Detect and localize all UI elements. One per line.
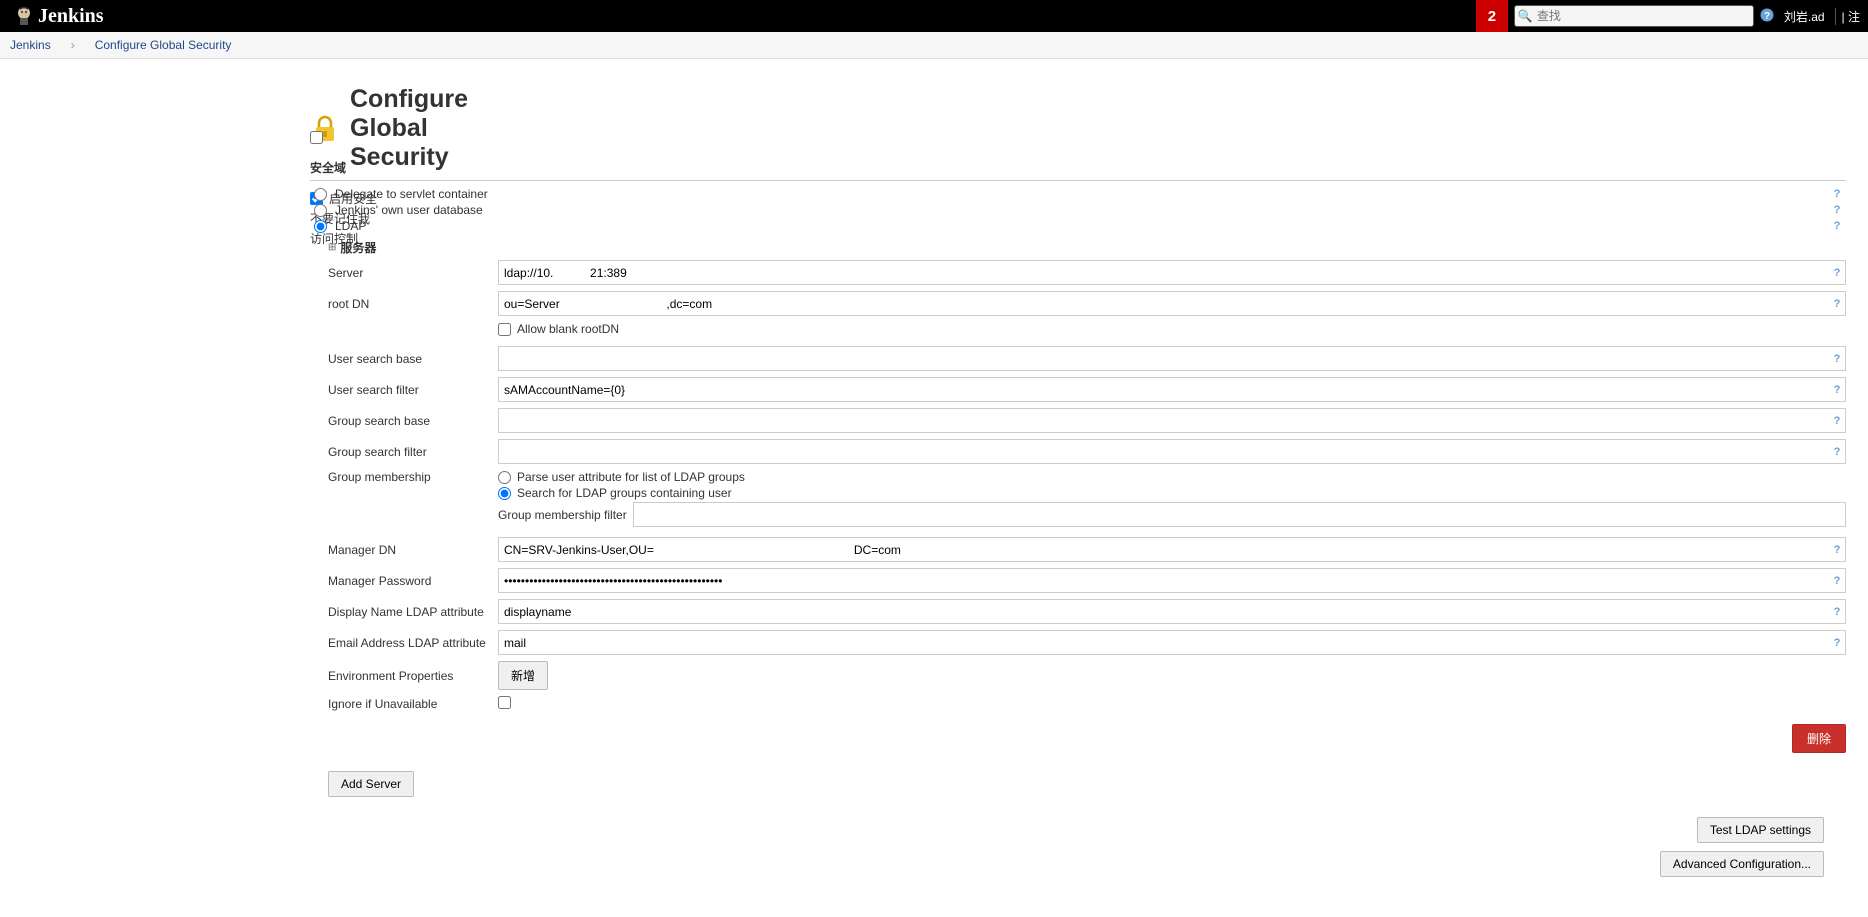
group-search-filter-label: Group search filter (328, 445, 498, 459)
group-membership-label: Group membership (328, 470, 498, 484)
gm-search-radio[interactable] (498, 487, 511, 500)
env-props-add-button[interactable]: 新增 (498, 661, 548, 690)
realm-ldap-label: LDAP (335, 219, 366, 233)
brand-text: Jenkins (38, 5, 104, 28)
notification-badge[interactable]: 2 (1476, 0, 1508, 32)
test-ldap-button[interactable]: Test LDAP settings (1697, 817, 1824, 843)
help-icon[interactable] (1830, 203, 1844, 217)
rootdn-label: root DN (328, 297, 498, 311)
realm-delegate-radio[interactable] (314, 188, 327, 201)
help-icon[interactable] (1830, 297, 1844, 311)
jenkins-logo-icon (14, 5, 34, 27)
help-icon[interactable] (1830, 383, 1844, 397)
group-search-base-input[interactable] (498, 408, 1846, 433)
breadcrumb-current[interactable]: Configure Global Security (95, 38, 232, 52)
search-icon: 🔍 (1518, 9, 1533, 23)
help-icon[interactable] (1830, 352, 1844, 366)
svg-text:?: ? (1764, 11, 1770, 22)
allow-blank-rootdn-checkbox[interactable] (498, 323, 511, 336)
no-remember-checkbox[interactable] (310, 131, 323, 144)
jenkins-logo[interactable]: Jenkins (14, 5, 104, 28)
gm-search-label: Search for LDAP groups containing user (517, 486, 732, 500)
email-input[interactable] (498, 630, 1846, 655)
ignore-unavailable-checkbox[interactable] (498, 696, 511, 709)
gm-parse-radio[interactable] (498, 471, 511, 484)
realm-ldap-radio[interactable] (314, 220, 327, 233)
help-icon[interactable] (1830, 605, 1844, 619)
security-realm-header: 安全域 (310, 159, 1846, 181)
logout-link[interactable]: | 注 (1835, 8, 1860, 25)
user-search-filter-input[interactable] (498, 377, 1846, 402)
user-search-base-label: User search base (328, 352, 498, 366)
help-icon[interactable] (1830, 187, 1844, 201)
servers-label: 服务器 (340, 239, 376, 256)
help-icon[interactable]: ? (1760, 8, 1774, 25)
server-label: Server (328, 266, 498, 280)
help-icon[interactable] (1830, 574, 1844, 588)
chevron-right-icon: › (71, 38, 75, 52)
realm-jenkinsdb-radio[interactable] (314, 204, 327, 217)
email-label: Email Address LDAP attribute (328, 636, 498, 650)
search-box: 🔍 (1514, 5, 1754, 27)
rootdn-input[interactable] (498, 291, 1846, 316)
allow-blank-rootdn-label: Allow blank rootDN (517, 322, 619, 336)
help-icon[interactable] (1830, 266, 1844, 280)
server-input[interactable] (498, 260, 1846, 285)
gm-parse-label: Parse user attribute for list of LDAP gr… (517, 470, 745, 484)
top-bar: Jenkins 2 🔍 ? 刘岩.ad | 注 (0, 0, 1868, 32)
ignore-unavailable-label: Ignore if Unavailable (328, 697, 498, 711)
main-content: 安全域 Delegate to servlet container Jenkin… (310, 59, 1868, 917)
manager-password-input[interactable] (498, 568, 1846, 593)
gm-filter-label: Group membership filter (498, 508, 627, 522)
display-name-input[interactable] (498, 599, 1846, 624)
help-icon[interactable] (1830, 414, 1844, 428)
user-search-filter-label: User search filter (328, 383, 498, 397)
delete-button[interactable]: 删除 (1792, 724, 1846, 753)
breadcrumb: Jenkins › Configure Global Security (0, 32, 1868, 59)
manager-dn-label: Manager DN (328, 543, 498, 557)
user-search-base-input[interactable] (498, 346, 1846, 371)
manager-password-label: Manager Password (328, 574, 498, 588)
display-name-label: Display Name LDAP attribute (328, 605, 498, 619)
group-search-base-label: Group search base (328, 414, 498, 428)
help-icon[interactable] (1830, 445, 1844, 459)
gm-filter-input[interactable] (633, 502, 1846, 527)
manager-dn-input[interactable] (498, 537, 1846, 562)
user-link[interactable]: 刘岩.ad (1784, 8, 1825, 25)
add-server-button[interactable]: Add Server (328, 771, 414, 797)
env-props-label: Environment Properties (328, 669, 498, 683)
search-input[interactable] (1514, 5, 1754, 27)
toggle-icon[interactable]: ⊞ (328, 242, 336, 253)
breadcrumb-home[interactable]: Jenkins (10, 38, 51, 52)
help-icon[interactable] (1830, 219, 1844, 233)
group-search-filter-input[interactable] (498, 439, 1846, 464)
advanced-config-button[interactable]: Advanced Configuration... (1660, 851, 1824, 877)
realm-delegate-label: Delegate to servlet container (335, 187, 488, 201)
realm-jenkinsdb-label: Jenkins' own user database (335, 203, 483, 217)
help-icon[interactable] (1830, 543, 1844, 557)
help-icon[interactable] (1830, 636, 1844, 650)
